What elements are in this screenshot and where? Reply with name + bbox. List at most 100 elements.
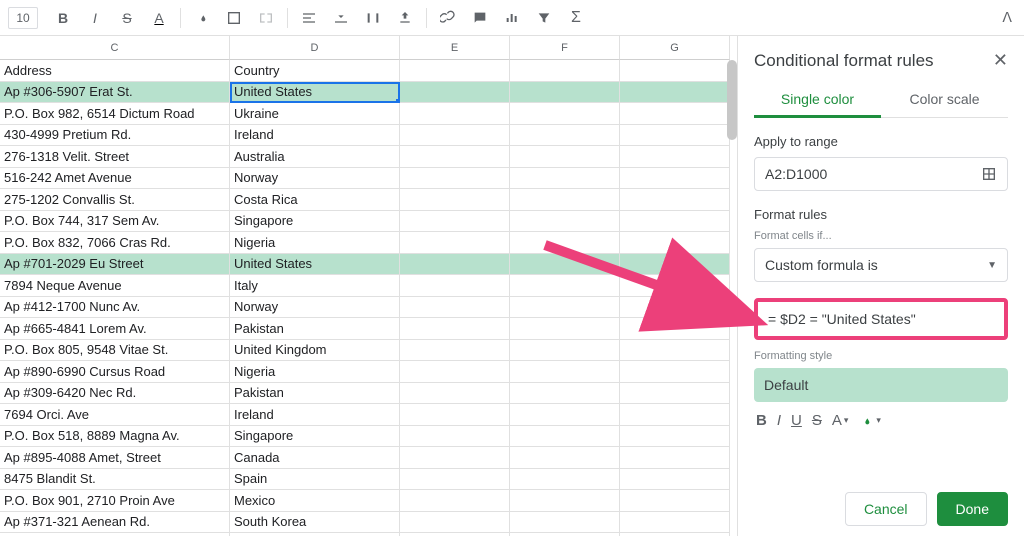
cell[interactable] <box>400 426 510 448</box>
italic-button[interactable]: I <box>82 5 108 31</box>
cell[interactable] <box>510 469 620 491</box>
cell[interactable] <box>510 340 620 362</box>
cell[interactable]: Australia <box>230 146 400 168</box>
cell[interactable] <box>400 168 510 190</box>
cell[interactable] <box>400 297 510 319</box>
chart-button[interactable] <box>499 5 525 31</box>
cell[interactable] <box>510 318 620 340</box>
cell[interactable]: Italy <box>230 275 400 297</box>
cell[interactable]: Pakistan <box>230 383 400 405</box>
cell[interactable] <box>510 232 620 254</box>
col-header-d[interactable]: D <box>230 36 400 60</box>
cell[interactable] <box>620 189 730 211</box>
cell[interactable]: Ap #412-1700 Nunc Av. <box>0 297 230 319</box>
cell[interactable] <box>510 490 620 512</box>
cell[interactable] <box>400 383 510 405</box>
cell[interactable] <box>510 254 620 276</box>
strikethrough-button[interactable]: S <box>114 5 140 31</box>
cell[interactable] <box>400 361 510 383</box>
cell[interactable]: P.O. Box 518, 8889 Magna Av. <box>0 426 230 448</box>
cell[interactable]: 275-1202 Convallis St. <box>0 189 230 211</box>
cell[interactable]: Ap #371-321 Aenean Rd. <box>0 512 230 534</box>
cell[interactable]: Ap #890-6990 Cursus Road <box>0 361 230 383</box>
cell[interactable] <box>510 275 620 297</box>
cell[interactable]: Nigeria <box>230 232 400 254</box>
formula-input[interactable]: = $D2 = "United States" <box>754 298 1008 340</box>
spreadsheet-grid[interactable]: C D E F G Address Country Ap #306-5907 E… <box>0 36 738 536</box>
cell[interactable]: Country <box>230 60 400 82</box>
link-button[interactable] <box>435 5 461 31</box>
tab-color-scale[interactable]: Color scale <box>881 85 1008 117</box>
cell[interactable]: Mexico <box>230 490 400 512</box>
comment-button[interactable] <box>467 5 493 31</box>
cell[interactable] <box>620 512 730 534</box>
cell[interactable] <box>400 82 510 104</box>
cell[interactable] <box>400 232 510 254</box>
cell[interactable] <box>510 426 620 448</box>
style-strike-button[interactable]: S <box>812 412 822 429</box>
cell[interactable] <box>400 254 510 276</box>
cell[interactable] <box>510 297 620 319</box>
cell[interactable] <box>400 340 510 362</box>
cell[interactable]: Norway <box>230 168 400 190</box>
cell[interactable]: Ireland <box>230 404 400 426</box>
cell[interactable]: Ap #306-5907 Erat St. <box>0 82 230 104</box>
col-header-f[interactable]: F <box>510 36 620 60</box>
cell[interactable] <box>510 125 620 147</box>
filter-button[interactable] <box>531 5 557 31</box>
cell[interactable]: Costa Rica <box>230 189 400 211</box>
cell[interactable]: 516-242 Amet Avenue <box>0 168 230 190</box>
cell[interactable] <box>400 60 510 82</box>
cell[interactable] <box>620 232 730 254</box>
cell[interactable] <box>620 297 730 319</box>
cell[interactable] <box>620 103 730 125</box>
font-size-input[interactable]: 10 <box>8 7 38 29</box>
cell[interactable] <box>400 211 510 233</box>
style-text-color-button[interactable]: A▾ <box>832 412 849 429</box>
functions-button[interactable]: Σ <box>563 5 589 31</box>
cell[interactable] <box>620 490 730 512</box>
cell[interactable]: United States <box>230 254 400 276</box>
style-italic-button[interactable]: I <box>777 412 781 429</box>
cell[interactable] <box>510 383 620 405</box>
cell[interactable] <box>620 82 730 104</box>
style-bold-button[interactable]: B <box>756 412 767 429</box>
cell[interactable]: Norway <box>230 297 400 319</box>
cell[interactable]: Pakistan <box>230 318 400 340</box>
cell[interactable] <box>400 189 510 211</box>
cell[interactable]: 430-4999 Pretium Rd. <box>0 125 230 147</box>
cell[interactable] <box>620 404 730 426</box>
cell[interactable]: P.O. Box 982, 6514 Dictum Road <box>0 103 230 125</box>
cell[interactable] <box>400 512 510 534</box>
cell[interactable] <box>620 361 730 383</box>
cell[interactable] <box>510 82 620 104</box>
close-icon[interactable]: ✕ <box>993 50 1008 71</box>
cell[interactable]: P.O. Box 832, 7066 Cras Rd. <box>0 232 230 254</box>
cell[interactable]: P.O. Box 744, 317 Sem Av. <box>0 211 230 233</box>
cell[interactable]: South Korea <box>230 512 400 534</box>
cell[interactable] <box>400 275 510 297</box>
cell[interactable] <box>620 168 730 190</box>
cell[interactable]: 7694 Orci. Ave <box>0 404 230 426</box>
cell[interactable] <box>510 103 620 125</box>
cell[interactable] <box>510 211 620 233</box>
cell[interactable] <box>400 103 510 125</box>
cell[interactable]: Singapore <box>230 426 400 448</box>
cell[interactable]: P.O. Box 901, 2710 Proin Ave <box>0 490 230 512</box>
v-align-button[interactable] <box>328 5 354 31</box>
cell[interactable] <box>400 146 510 168</box>
bold-button[interactable]: B <box>50 5 76 31</box>
cell[interactable] <box>510 361 620 383</box>
cell[interactable]: 7894 Neque Avenue <box>0 275 230 297</box>
cell[interactable] <box>620 318 730 340</box>
rotate-button[interactable] <box>392 5 418 31</box>
cell[interactable] <box>400 404 510 426</box>
cancel-button[interactable]: Cancel <box>845 492 927 526</box>
cell[interactable]: 8475 Blandit St. <box>0 469 230 491</box>
cell[interactable] <box>620 60 730 82</box>
tab-single-color[interactable]: Single color <box>754 85 881 118</box>
cell[interactable] <box>400 490 510 512</box>
cell[interactable]: Canada <box>230 447 400 469</box>
cell[interactable] <box>400 318 510 340</box>
text-color-button[interactable]: A <box>146 5 172 31</box>
